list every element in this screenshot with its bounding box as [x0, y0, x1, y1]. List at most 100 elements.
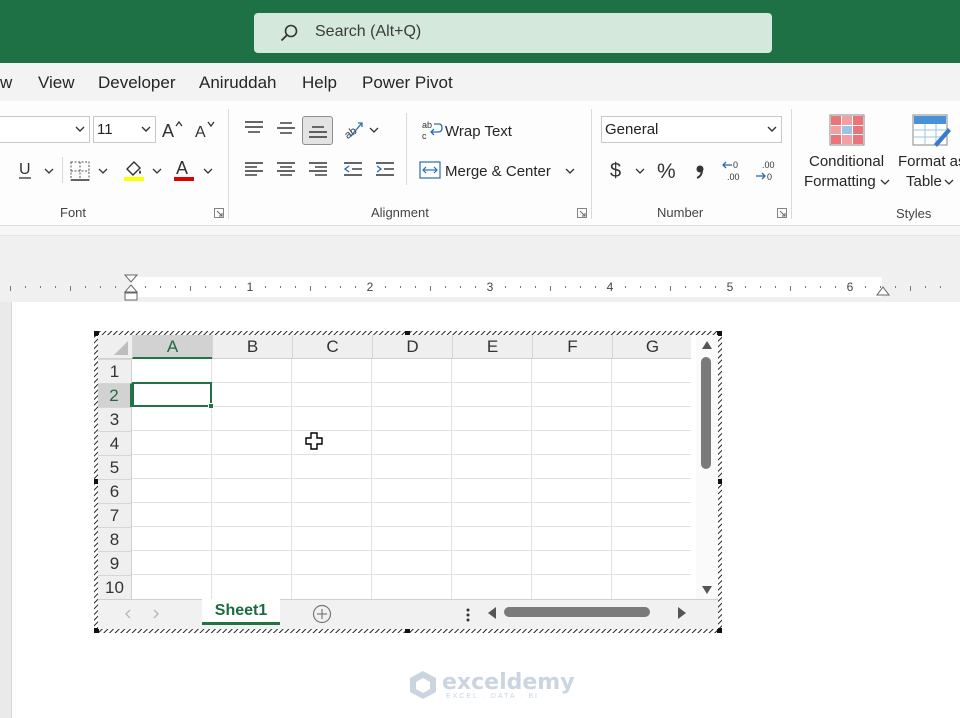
conditional-formatting-label-1[interactable]: Conditional — [809, 153, 884, 170]
grid-line — [132, 574, 691, 575]
active-cell[interactable] — [132, 382, 212, 407]
number-format-dropdown[interactable]: General — [601, 116, 782, 143]
increase-indent-icon[interactable] — [375, 161, 395, 177]
borders-icon[interactable] — [70, 161, 90, 181]
dialog-launcher-icon[interactable] — [214, 208, 224, 218]
column-header-a[interactable]: A — [132, 335, 212, 359]
orientation-icon[interactable]: ab — [342, 118, 366, 140]
align-left-icon[interactable] — [244, 161, 264, 177]
format-as-table-label-1[interactable]: Format as — [898, 153, 960, 170]
search-box[interactable]: Search (Alt+Q) — [254, 13, 772, 53]
dialog-launcher-icon[interactable] — [577, 208, 587, 218]
conditional-formatting-label-2[interactable]: Formatting — [804, 173, 876, 190]
more-options-icon[interactable] — [465, 607, 471, 623]
row-header-2[interactable]: 2 — [98, 383, 132, 407]
embedded-sheet[interactable]: A B C D E F G 1 2 3 4 5 6 7 8 9 10 Sheet… — [98, 335, 718, 629]
vertical-scroll-thumb[interactable] — [701, 357, 711, 469]
align-bottom-icon — [309, 126, 327, 138]
comma-style-icon[interactable] — [693, 159, 707, 181]
align-middle-icon[interactable] — [276, 120, 296, 136]
increase-font-size-icon[interactable]: A — [162, 119, 186, 141]
currency-icon[interactable]: $ — [609, 158, 625, 182]
cell-grid[interactable] — [132, 359, 691, 599]
tab-aniruddah[interactable]: Aniruddah — [199, 73, 277, 93]
chevron-down-icon[interactable] — [635, 167, 645, 175]
prev-sheet-icon[interactable] — [124, 609, 132, 619]
ruler-tick — [820, 286, 821, 288]
conditional-formatting-icon[interactable] — [829, 114, 865, 146]
decrease-decimal-icon[interactable]: .00 0 — [755, 158, 781, 184]
ruler-tick — [70, 286, 71, 291]
next-sheet-icon[interactable] — [152, 609, 160, 619]
scroll-left-icon[interactable] — [486, 606, 498, 620]
tab-help[interactable]: Help — [302, 73, 337, 93]
row-header-1[interactable]: 1 — [98, 359, 132, 383]
column-header-e[interactable]: E — [452, 335, 532, 359]
fill-handle[interactable] — [208, 403, 214, 409]
fill-color-icon[interactable] — [123, 158, 145, 182]
ruler-tick — [100, 286, 101, 288]
tab-view[interactable]: View — [38, 73, 75, 93]
font-name-dropdown[interactable] — [0, 116, 90, 143]
column-header-d[interactable]: D — [372, 335, 452, 359]
right-indent-marker-icon[interactable] — [875, 285, 891, 297]
wrap-text-icon[interactable]: ab c — [421, 119, 443, 141]
ruler-tick — [760, 286, 761, 288]
chevron-down-icon[interactable] — [565, 167, 575, 175]
scroll-down-icon[interactable] — [701, 585, 713, 595]
ruler-tick — [700, 286, 701, 288]
row-header-10[interactable]: 10 — [98, 575, 132, 599]
row-header-4[interactable]: 4 — [98, 431, 132, 455]
tab-power-pivot[interactable]: Power Pivot — [362, 73, 453, 93]
chevron-down-icon[interactable] — [880, 178, 890, 186]
horizontal-scroll-thumb[interactable] — [504, 607, 650, 617]
format-as-table-icon[interactable] — [912, 114, 952, 148]
column-header-g[interactable]: G — [612, 335, 692, 359]
percent-icon[interactable]: % — [657, 159, 679, 181]
row-header-7[interactable]: 7 — [98, 503, 132, 527]
dialog-launcher-icon[interactable] — [777, 208, 787, 218]
svg-text:$: $ — [610, 160, 621, 182]
column-header-c[interactable]: C — [292, 335, 372, 359]
chevron-down-icon[interactable] — [944, 178, 954, 186]
chevron-down-icon[interactable] — [44, 167, 54, 175]
row-header-3[interactable]: 3 — [98, 407, 132, 431]
scroll-right-icon[interactable] — [676, 606, 688, 620]
merge-center-button[interactable]: Merge & Center — [445, 163, 551, 180]
wrap-text-button[interactable]: Wrap Text — [445, 123, 512, 140]
tab-developer[interactable]: Developer — [98, 73, 176, 93]
row-header-8[interactable]: 8 — [98, 527, 132, 551]
row-header-6[interactable]: 6 — [98, 479, 132, 503]
underline-icon[interactable]: U — [17, 158, 35, 180]
add-sheet-icon[interactable] — [312, 604, 332, 624]
vertical-scrollbar[interactable] — [696, 335, 718, 599]
align-bottom-button[interactable] — [302, 116, 333, 145]
sheet-tab-sheet1[interactable]: Sheet1 — [202, 599, 280, 625]
chevron-down-icon[interactable] — [203, 167, 213, 175]
decrease-font-size-icon[interactable]: A — [195, 119, 219, 141]
align-right-icon[interactable] — [308, 161, 328, 177]
row-header-5[interactable]: 5 — [98, 455, 132, 479]
chevron-down-icon[interactable] — [369, 126, 379, 134]
tab-review-partial[interactable]: w — [0, 73, 12, 93]
chevron-down-icon[interactable] — [152, 167, 162, 175]
font-size-dropdown[interactable]: 11 — [93, 116, 156, 143]
increase-decimal-icon[interactable]: 0 .00 — [722, 158, 748, 184]
merge-center-icon[interactable] — [419, 161, 441, 179]
font-color-icon[interactable]: A — [173, 157, 195, 182]
row-header-9[interactable]: 9 — [98, 551, 132, 575]
select-all-icon[interactable] — [98, 335, 132, 359]
column-header-b[interactable]: B — [212, 335, 292, 359]
align-center-icon[interactable] — [276, 161, 296, 177]
column-header-f[interactable]: F — [532, 335, 612, 359]
decrease-indent-icon[interactable] — [343, 161, 363, 177]
ruler-tick — [475, 286, 476, 288]
indent-marker-icon[interactable] — [123, 274, 139, 302]
ribbon-tabs: w View Developer Aniruddah Help Power Pi… — [0, 63, 960, 101]
ruler-tick — [790, 286, 791, 291]
scroll-up-icon[interactable] — [701, 340, 713, 350]
align-top-icon[interactable] — [244, 120, 264, 136]
format-as-table-label-2[interactable]: Table — [906, 173, 942, 190]
horizontal-ruler[interactable]: 1 2 3 4 5 6 — [0, 272, 960, 302]
chevron-down-icon[interactable] — [98, 167, 108, 175]
